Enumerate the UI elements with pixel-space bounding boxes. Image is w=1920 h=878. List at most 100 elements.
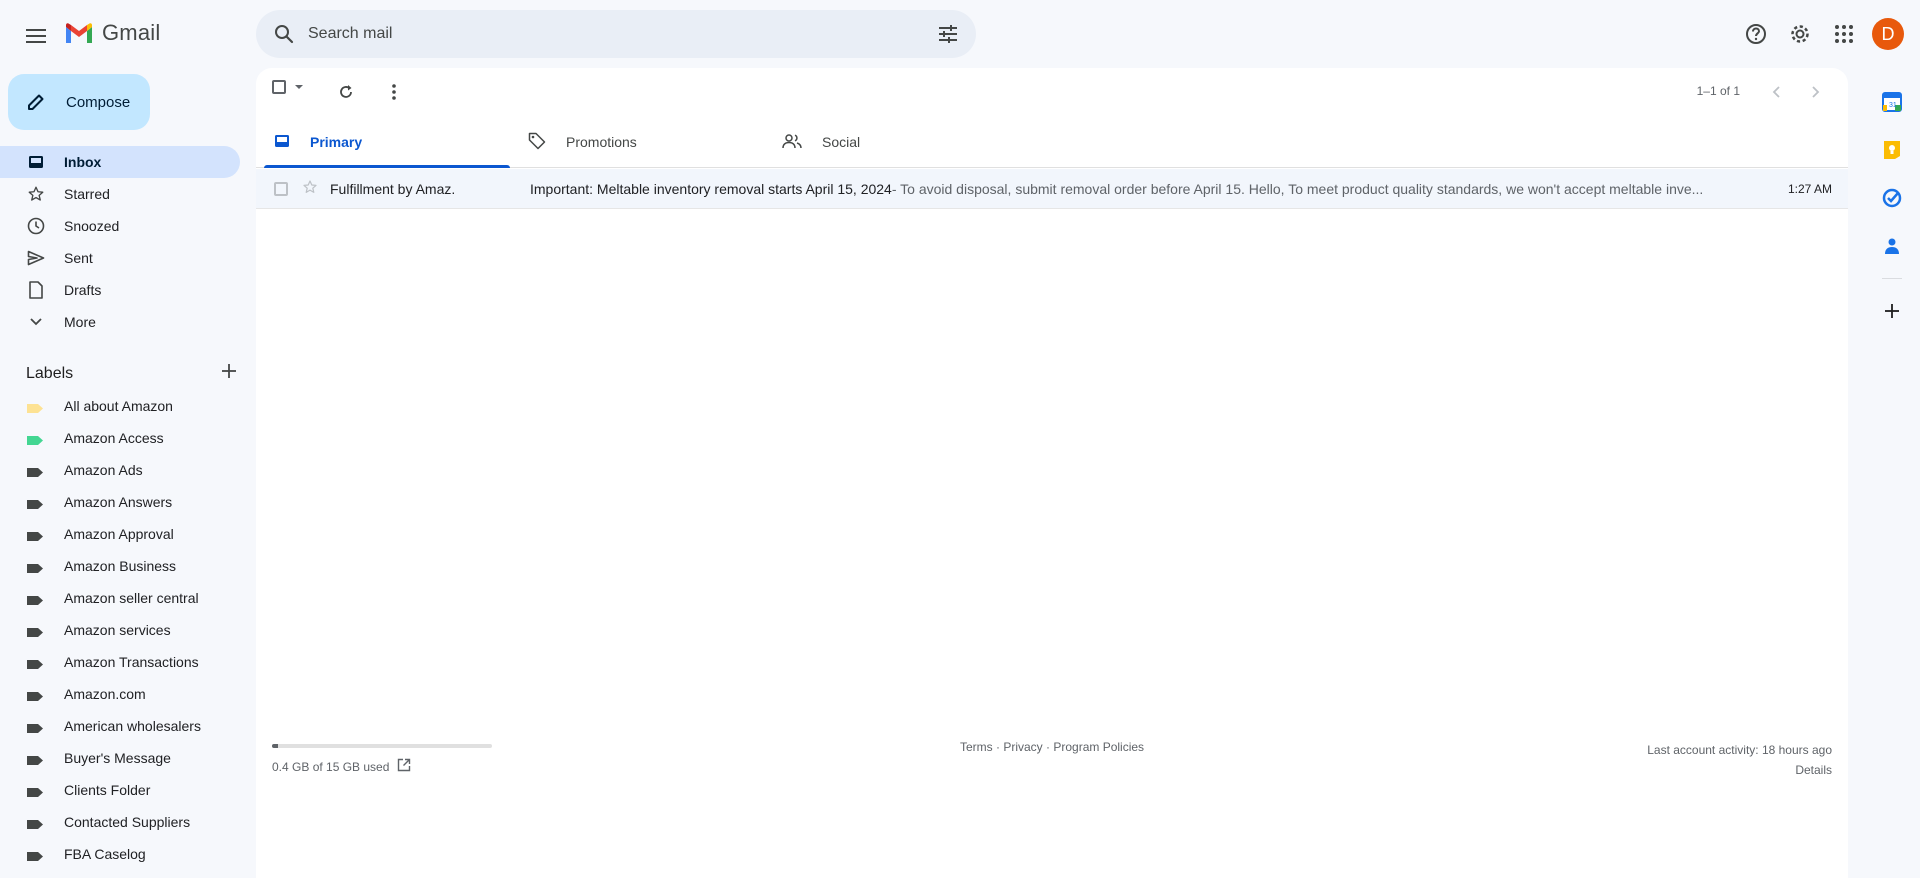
add-addon-plus-icon[interactable] (1872, 291, 1912, 331)
label-list: All about Amazon Amazon Access Amazon Ads A… (0, 390, 240, 870)
pagination-text: 1–1 of 1 (1696, 84, 1740, 98)
gmail-logo[interactable]: Gmail (64, 20, 160, 46)
nav-sent[interactable]: Sent (0, 242, 240, 274)
chevron-right-icon[interactable] (1800, 76, 1832, 108)
label-name: Contacted Suppliers (64, 814, 191, 830)
draft-icon (26, 280, 46, 300)
calendar-icon[interactable]: 31 (1872, 82, 1912, 122)
email-time: 1:27 AM (1787, 181, 1832, 196)
tasks-icon[interactable] (1872, 178, 1912, 218)
storage-info: 0.4 GB of 15 GB used (272, 758, 411, 775)
people-icon (782, 133, 802, 152)
refresh-icon[interactable] (330, 76, 362, 108)
tab-promotions[interactable]: Promotions (510, 116, 764, 168)
details-link[interactable]: Details (1647, 760, 1832, 780)
label-item[interactable]: FBA Caselog (0, 838, 240, 870)
contacts-icon[interactable] (1872, 226, 1912, 266)
svg-text:31: 31 (1889, 102, 1897, 109)
label-tag-icon (26, 689, 44, 701)
footer-links: Terms · Privacy · Program Policies (960, 740, 1144, 754)
label-item[interactable]: All about Amazon (0, 390, 240, 422)
create-label-plus-icon[interactable] (222, 364, 236, 383)
label-item[interactable]: Amazon.com (0, 678, 240, 710)
compose-button[interactable]: Compose (8, 74, 150, 130)
top-bar: Gmail D (0, 0, 1920, 68)
tab-primary[interactable]: Primary (256, 116, 510, 168)
label-item[interactable]: Amazon services (0, 614, 240, 646)
help-icon[interactable] (1736, 14, 1776, 54)
label-tag-icon (26, 529, 44, 541)
label-item[interactable]: Amazon Answers (0, 486, 240, 518)
label-tag-icon (26, 817, 44, 829)
mailbox-list: Inbox Starred Snoozed Sent Drafts More (0, 146, 240, 338)
side-panel-divider (1882, 278, 1902, 279)
open-in-new-icon[interactable] (397, 758, 411, 775)
label-item[interactable]: American wholesalers (0, 710, 240, 742)
label-item[interactable]: Amazon Transactions (0, 646, 240, 678)
nav-label: Snoozed (64, 218, 120, 234)
separator: · (992, 740, 1004, 754)
account-activity: Last account activity: 18 hours ago Deta… (1647, 740, 1832, 780)
label-name: American wholesalers (64, 718, 201, 734)
program-policies-link[interactable]: Program Policies (1053, 740, 1144, 754)
star-toggle-icon[interactable] (302, 179, 318, 198)
label-name: Amazon Access (64, 430, 164, 446)
tab-label: Social (822, 134, 861, 150)
label-item[interactable]: Amazon Business (0, 550, 240, 582)
search-options-icon[interactable] (928, 14, 968, 54)
labels-title: Labels (26, 364, 74, 382)
tag-icon (528, 132, 546, 153)
account-avatar[interactable]: D (1872, 18, 1904, 50)
label-name: FBA Caselog (64, 846, 146, 862)
nav-snoozed[interactable]: Snoozed (0, 210, 240, 242)
side-panel: 31 (1864, 68, 1920, 878)
select-all-checkbox[interactable] (272, 80, 306, 94)
terms-link[interactable]: Terms (960, 740, 993, 754)
nav-inbox[interactable]: Inbox (0, 146, 240, 178)
label-name: Amazon Answers (64, 494, 173, 510)
separator: · (1042, 740, 1054, 754)
apps-grid-icon[interactable] (1824, 14, 1864, 54)
nav-label: Drafts (64, 282, 102, 298)
more-vertical-icon[interactable] (378, 76, 410, 108)
privacy-link[interactable]: Privacy (1003, 740, 1042, 754)
label-item[interactable]: Amazon Approval (0, 518, 240, 550)
label-item[interactable]: Amazon Ads (0, 454, 240, 486)
label-item[interactable]: Contacted Suppliers (0, 806, 240, 838)
nav-label: More (64, 314, 96, 330)
label-tag-icon (26, 849, 44, 861)
category-tabs: Primary Promotions Social (256, 116, 1848, 168)
label-tag-icon (26, 497, 44, 509)
nav-starred[interactable]: Starred (0, 178, 240, 210)
email-sender: Fulfillment by Amaz. (330, 180, 456, 197)
label-tag-icon (26, 593, 44, 605)
star-icon (26, 184, 46, 204)
settings-gear-icon[interactable] (1780, 14, 1820, 54)
nav-label: Inbox (64, 154, 102, 170)
label-item[interactable]: Clients Folder (0, 774, 240, 806)
compose-label: Compose (66, 93, 131, 111)
label-item[interactable]: Buyer's Message (0, 742, 240, 774)
page-footer: 0.4 GB of 15 GB used Terms · Privacy · P… (256, 728, 1848, 788)
chevron-left-icon[interactable] (1760, 76, 1792, 108)
email-row[interactable]: Fulfillment by Amaz. Important: Meltable… (256, 169, 1848, 209)
search-bar[interactable] (256, 10, 976, 58)
nav-more[interactable]: More (0, 306, 240, 338)
search-icon[interactable] (260, 10, 308, 58)
label-item[interactable]: Amazon seller central (0, 582, 240, 614)
nav-label: Sent (64, 250, 93, 266)
main-menu-button[interactable] (16, 16, 56, 56)
email-select-checkbox[interactable] (274, 181, 288, 196)
nav-drafts[interactable]: Drafts (0, 274, 240, 306)
search-input[interactable] (308, 25, 928, 43)
chevron-down-icon (26, 312, 46, 332)
keep-icon[interactable] (1872, 130, 1912, 170)
label-name: Amazon Approval (64, 526, 174, 542)
tab-social[interactable]: Social (764, 116, 1018, 168)
label-tag-icon (26, 401, 44, 413)
gmail-m-icon (66, 22, 92, 43)
label-item[interactable]: Amazon Access (0, 422, 240, 454)
inbox-icon (26, 152, 46, 172)
send-icon (26, 248, 46, 268)
label-name: Clients Folder (64, 782, 151, 798)
